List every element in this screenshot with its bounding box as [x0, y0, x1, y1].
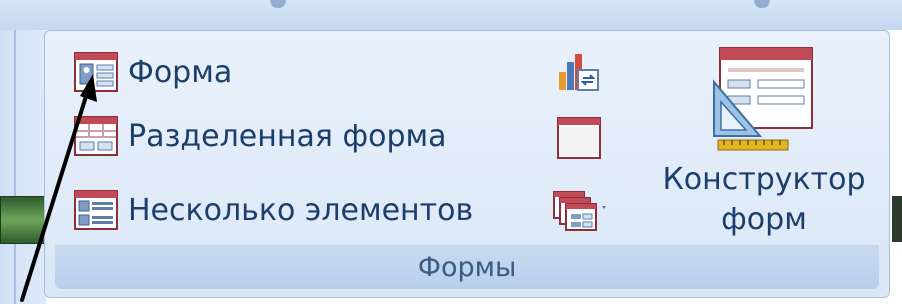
- dropdown-arrow-icon: [602, 206, 606, 209]
- form-designer-label: Конструктор форм: [648, 160, 880, 240]
- form-button[interactable]: Форма: [74, 52, 232, 92]
- form-designer-label-line1: Конструктор: [662, 162, 866, 197]
- split-form-button-label: Разделенная форма: [128, 118, 447, 154]
- divider-mark: [754, 0, 770, 8]
- form-button-label: Форма: [128, 54, 233, 90]
- divider-mark: [270, 0, 286, 8]
- group-separator: [14, 30, 16, 304]
- blank-form-icon: [557, 117, 601, 159]
- form-design-icon: [713, 47, 813, 151]
- more-forms-button[interactable]: [552, 190, 612, 234]
- group-label-text: Формы: [417, 251, 517, 283]
- form-designer-button[interactable]: Конструктор форм: [648, 42, 880, 268]
- pivot-chart-icon: [559, 54, 599, 91]
- multiple-items-button[interactable]: Несколько элементов: [74, 190, 473, 230]
- ribbon-top-strip: [0, 0, 902, 30]
- form-designer-label-line2: форм: [721, 202, 807, 237]
- pivot-chart-button[interactable]: [556, 50, 602, 94]
- split-form-button[interactable]: Разделенная форма: [74, 116, 447, 156]
- blank-form-button[interactable]: [556, 116, 602, 160]
- previous-group-edge: [0, 30, 46, 304]
- multiple-items-icon: [74, 190, 118, 230]
- split-form-icon: [74, 116, 118, 156]
- more-forms-icon: [553, 191, 606, 231]
- form-icon: [74, 52, 118, 92]
- multiple-items-button-label: Несколько элементов: [128, 192, 474, 228]
- dark-decorative-bar: [892, 196, 902, 242]
